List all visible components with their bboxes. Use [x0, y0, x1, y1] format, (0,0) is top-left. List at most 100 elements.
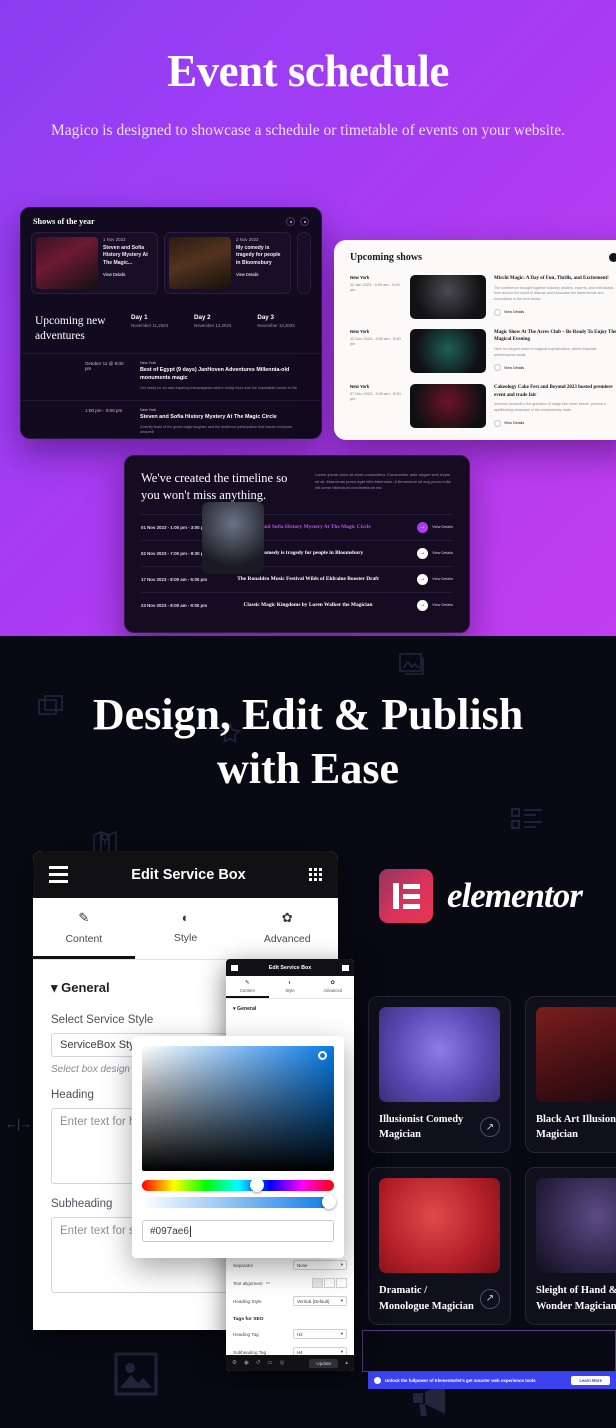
- chevron-down-icon: ▾: [340, 1262, 343, 1267]
- setting-heading-style-select[interactable]: Vertical (Default) ▾: [293, 1296, 347, 1306]
- notice-bar-button[interactable]: Learn More: [571, 1376, 610, 1385]
- event-desc: The conference brought together industry…: [494, 285, 614, 302]
- timeline-row[interactable]: 01 Nov 2023 - 1:00 pm - 3:00 pm Steven a…: [141, 513, 453, 540]
- view-details-label: View Details: [504, 365, 525, 370]
- carousel-prev-icon[interactable]: [286, 217, 295, 226]
- color-picker-handle[interactable]: [318, 1051, 327, 1060]
- event-city: New York: [350, 275, 370, 280]
- timeline-details-label: View Details: [432, 525, 453, 530]
- setting-heading-tag-value: H2: [297, 1331, 303, 1337]
- view-details-button[interactable]: View Details: [494, 419, 524, 427]
- tab-content-small[interactable]: ✎ Content: [226, 976, 269, 998]
- chevron-up-icon[interactable]: ▴: [345, 1360, 348, 1366]
- hue-slider-handle[interactable]: [249, 1178, 264, 1192]
- upcoming-row[interactable]: New York 07 Dec 2023 - 9:00 am - 5:00 pm…: [334, 380, 616, 436]
- timeline-row[interactable]: 17 Nov 2023 - 8:00 am - 5:00 pm The Rona…: [141, 565, 453, 592]
- pencil-icon: ✎: [78, 910, 90, 925]
- event-city: New York: [350, 384, 370, 390]
- upcoming-row[interactable]: New York 11 Jan 2023 - 9:00 am - 5:00 pm…: [334, 271, 616, 325]
- timeline-row[interactable]: 23 Nov 2023 - 8:00 am - 9:00 pm Classic …: [141, 591, 453, 618]
- show-date: 1 Nov 2023: [103, 237, 126, 242]
- notice-bar[interactable]: Unlock the fullpower of Elementorlet's g…: [368, 1372, 616, 1389]
- timeline-details-button[interactable]: → View Details: [403, 599, 453, 611]
- section-title: Design, Edit & Publish with Ease: [0, 636, 616, 795]
- service-card[interactable]: Sleight of Hand & Wonder Magician ↗: [525, 1167, 616, 1325]
- apps-grid-icon[interactable]: [309, 868, 322, 881]
- alignment-button-group[interactable]: [312, 1278, 347, 1288]
- arrow-right-icon: →: [417, 547, 429, 559]
- eye-icon[interactable]: ◉: [244, 1360, 249, 1366]
- settings-icon[interactable]: ⚙: [232, 1360, 237, 1366]
- editor-selection-outline: [362, 1330, 616, 1372]
- alpha-slider-handle[interactable]: [322, 1195, 336, 1209]
- panel-resize-handle-icon[interactable]: ←|→: [5, 1116, 32, 1131]
- arrow-up-right-icon[interactable]: ↗: [480, 1117, 500, 1138]
- tab-advanced[interactable]: ✿ Advanced: [236, 898, 338, 959]
- setting-separator-label: Separator: [233, 1262, 254, 1268]
- service-card[interactable]: Black Art Illusion Magician ↗: [525, 996, 616, 1154]
- tab-style[interactable]: ◐ Style: [135, 898, 237, 959]
- mock-a-title: Shows of the year: [33, 217, 95, 226]
- event-city: New York: [350, 328, 370, 334]
- mockup-upcoming-shows: Upcoming shows New York 11 Jan 2023 - 9:…: [334, 240, 616, 440]
- tab-advanced-small[interactable]: ✿ Advanced: [311, 976, 354, 998]
- hamburger-icon[interactable]: [231, 964, 238, 971]
- view-details-button[interactable]: View Details: [494, 308, 524, 316]
- small-panel-settings: Separator None ▾ Text alignment ▭ Heading…: [226, 1256, 354, 1361]
- color-saturation-area[interactable]: [142, 1046, 334, 1171]
- setting-heading-tag-select[interactable]: H2 ▾: [293, 1329, 347, 1339]
- notice-bar-text: Unlock the fullpower of Elementorlet's g…: [385, 1378, 536, 1383]
- responsive-mode-icon[interactable]: ▭: [267, 1360, 272, 1366]
- day-date: November 12,2023: [194, 323, 232, 328]
- show-card[interactable]: 1 Nov 2023 Steven and Sofia History Myst…: [31, 232, 158, 294]
- align-center-icon[interactable]: [324, 1278, 335, 1288]
- upcoming-row[interactable]: New York 12 Dec 2023 - 9:00 am - 5:00 pm…: [334, 325, 616, 381]
- info-icon: [374, 1377, 381, 1384]
- align-right-icon[interactable]: [336, 1278, 347, 1288]
- timeline-row[interactable]: 02 Nov 2023 - 7:00 pm - 9:30 pm My comed…: [141, 539, 453, 566]
- day-tab[interactable]: Day 3 November 13,2023: [257, 314, 294, 344]
- apps-grid-icon[interactable]: [341, 964, 349, 971]
- carousel-next-icon[interactable]: [300, 217, 309, 226]
- history-icon[interactable]: ↺: [256, 1360, 261, 1366]
- timeline-details-label: View Details: [432, 603, 453, 608]
- service-card[interactable]: Illusionist Comedy Magician ↗: [368, 996, 511, 1154]
- tab-style-small[interactable]: ◐ Style: [269, 976, 312, 998]
- responsive-icon[interactable]: ▭: [266, 1280, 270, 1286]
- arrow-up-right-icon[interactable]: ↗: [480, 1288, 500, 1309]
- hex-input[interactable]: #097ae6: [142, 1220, 334, 1242]
- show-details-link[interactable]: View Details: [103, 272, 153, 277]
- show-card-partial[interactable]: [297, 232, 311, 294]
- hue-slider[interactable]: [142, 1178, 334, 1192]
- day-date: November 11,2023: [131, 323, 169, 328]
- setting-heading-style-value: Vertical (Default): [297, 1298, 330, 1304]
- service-card-image: [536, 1007, 616, 1102]
- timeline-details-button[interactable]: → View Details: [403, 547, 453, 559]
- tab-content[interactable]: ✎ Content: [33, 898, 135, 959]
- service-card[interactable]: Dramatic / Monologue Magician ↗: [368, 1167, 511, 1325]
- service-card-grid: Illusionist Comedy Magician ↗ Black Art …: [368, 996, 616, 1339]
- timeline-details-button[interactable]: → View Details: [403, 573, 453, 585]
- update-button[interactable]: Update: [309, 1358, 339, 1368]
- show-card[interactable]: 2 Nov 2023 My comedy is tragedy for peop…: [164, 232, 291, 294]
- align-left-icon[interactable]: [312, 1278, 323, 1288]
- preview-icon[interactable]: ◎: [280, 1360, 285, 1366]
- day-tab[interactable]: Day 2 November 12,2023: [194, 314, 231, 344]
- small-section-general[interactable]: ▾ General: [233, 1006, 347, 1012]
- setting-heading-tag-label: Heading Tag: [233, 1331, 259, 1337]
- play-icon: [494, 364, 501, 372]
- color-picker-popup[interactable]: #097ae6: [132, 1036, 344, 1258]
- alpha-slider[interactable]: [142, 1195, 336, 1209]
- mock-b-header: Upcoming shows: [334, 240, 616, 271]
- view-details-button[interactable]: View Details: [494, 364, 525, 372]
- settings-icon[interactable]: [609, 253, 616, 262]
- schedule-desc: A family feast of the great magic laught…: [140, 424, 293, 435]
- hamburger-icon[interactable]: [49, 866, 68, 883]
- carousel-controls[interactable]: [286, 217, 309, 226]
- timeline-details-button[interactable]: → View Details: [403, 521, 453, 533]
- day-tab[interactable]: Day 1 November 11,2023: [131, 314, 168, 344]
- setting-separator-select[interactable]: None ▾: [293, 1260, 347, 1270]
- schedule-desc: Get ready for an awe-inspiring extravaga…: [140, 385, 298, 390]
- show-details-link[interactable]: View Details: [236, 272, 286, 277]
- event-time: 12 Dec 2023 - 9:00 am - 5:00 pm: [350, 335, 401, 346]
